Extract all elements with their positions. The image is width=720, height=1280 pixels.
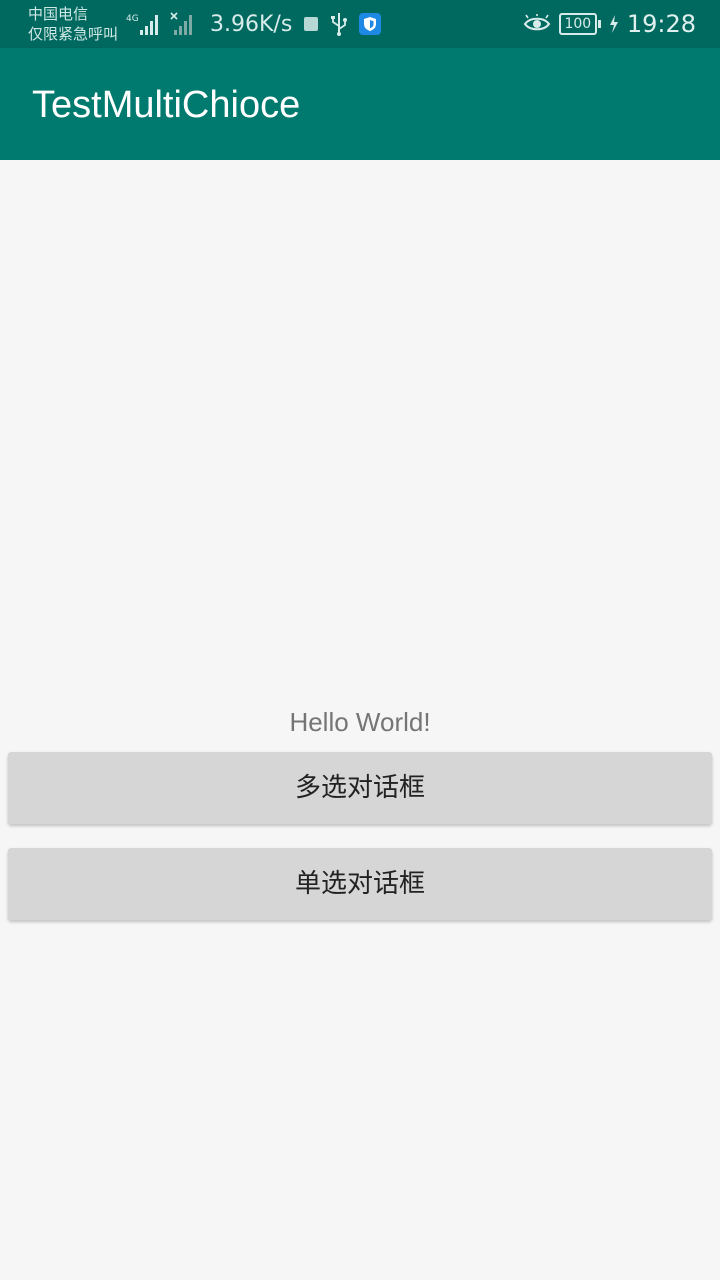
app-title: TestMultiChioce <box>32 84 301 126</box>
status-icons-left: 4G 3.96K/s <box>126 10 382 38</box>
carrier-name: 中国电信 <box>28 5 89 23</box>
net-speed: 3.96K/s <box>210 11 293 37</box>
status-bar: 中国电信 仅限紧急呼叫 4G 3.96K/s 100 19:28 <box>0 0 720 48</box>
battery-level: 100 <box>558 13 597 35</box>
single-choice-dialog-button[interactable]: 单选对话框 <box>8 848 712 920</box>
shield-icon <box>358 12 382 36</box>
usb-icon <box>330 12 348 36</box>
multi-choice-dialog-button[interactable]: 多选对话框 <box>8 752 712 824</box>
no-signal-icon <box>170 12 194 36</box>
hello-text: Hello World! <box>289 707 431 737</box>
main-content: Hello World! 多选对话框 单选对话框 <box>0 160 720 1280</box>
carrier-info: 中国电信 仅限紧急呼叫 <box>28 4 118 44</box>
signal-icon: 4G <box>126 12 160 36</box>
eye-icon <box>523 14 551 34</box>
clock: 19:28 <box>626 10 696 38</box>
notification-square-icon <box>302 15 320 33</box>
status-icons-right: 100 19:28 <box>523 8 696 40</box>
battery-icon: 100 <box>558 13 601 35</box>
charging-icon <box>609 14 619 34</box>
battery-tip <box>597 20 601 28</box>
network-type-label: 4G <box>126 14 139 24</box>
emergency-only-text: 仅限紧急呼叫 <box>28 25 119 43</box>
app-bar: TestMultiChioce <box>0 48 720 160</box>
